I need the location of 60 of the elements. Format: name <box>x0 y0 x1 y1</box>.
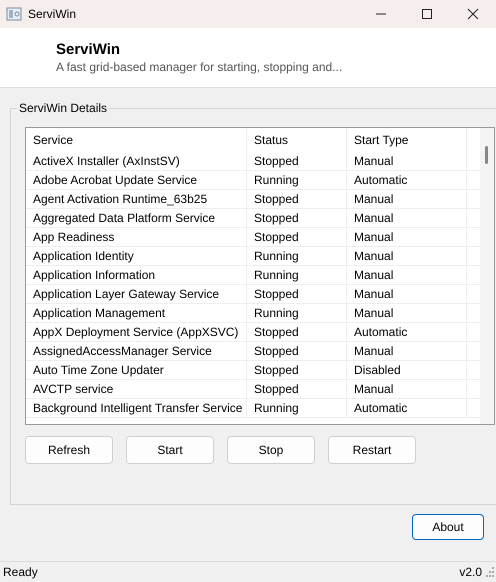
scrollbar-thumb[interactable] <box>485 146 488 164</box>
action-button[interactable]: Start <box>126 436 214 464</box>
table-cell: Stopped <box>247 380 347 398</box>
app-title: ServiWin <box>56 40 122 58</box>
column-header[interactable]: Service <box>26 128 247 152</box>
table-cell: Stopped <box>247 285 347 303</box>
table-cell: ActiveX Installer (AxInstSV) <box>26 152 247 170</box>
table-cell: Adobe Acrobat Update Service <box>26 171 247 189</box>
table-cell: Stopped <box>247 361 347 379</box>
app-subtitle: A fast grid-based manager for starting, stopping and... <box>56 60 344 74</box>
table-cell: Automatic <box>347 323 467 341</box>
table-cell: Agent Activation Runtime_63b25 <box>26 190 247 208</box>
table-cell: Manual <box>347 380 467 398</box>
table-cell: Manual <box>347 228 467 246</box>
table-cell: Running <box>247 247 347 265</box>
app-icon <box>6 6 22 22</box>
table-cell: Application Identity <box>26 247 247 265</box>
resize-grip-icon[interactable] <box>486 567 494 577</box>
table-cell: Manual <box>347 209 467 227</box>
table-cell: Stopped <box>247 228 347 246</box>
column-header[interactable]: Status <box>247 128 347 152</box>
table-cell: Stopped <box>247 152 347 170</box>
action-button[interactable]: Refresh <box>25 436 113 464</box>
table-cell: Manual <box>347 342 467 360</box>
table-cell: Background Intelligent Transfer Service <box>26 399 247 417</box>
table-cell: Disabled <box>347 361 467 379</box>
table-cell: Running <box>247 171 347 189</box>
table-cell: Running <box>247 399 347 417</box>
table-cell: Automatic <box>347 171 467 189</box>
table-cell: App Readiness <box>26 228 247 246</box>
table-cell: AppX Deployment Service (AppXSVC) <box>26 323 247 341</box>
scrollbar[interactable] <box>480 128 494 424</box>
table-cell: Manual <box>347 285 467 303</box>
table-cell: Automatic <box>347 399 467 417</box>
about-button[interactable]: About <box>412 514 484 540</box>
table-cell: Application Management <box>26 304 247 322</box>
table-cell: Running <box>247 304 347 322</box>
action-button[interactable]: Restart <box>328 436 416 464</box>
column-header[interactable]: Start Type <box>347 128 467 152</box>
table-cell: AVCTP service <box>26 380 247 398</box>
group-title: ServiWin Details <box>18 101 108 115</box>
status-text: Ready <box>3 565 38 579</box>
table-cell: Stopped <box>247 190 347 208</box>
table-cell: Application Information <box>26 266 247 284</box>
table-cell: Stopped <box>247 323 347 341</box>
table-cell: Stopped <box>247 209 347 227</box>
version-label: v2.0 <box>459 565 482 579</box>
table-cell: Manual <box>347 304 467 322</box>
table-cell: Manual <box>347 266 467 284</box>
window-title: ServiWin <box>28 7 76 21</box>
table-cell: Application Layer Gateway Service <box>26 285 247 303</box>
table-cell: Manual <box>347 247 467 265</box>
table-cell: AssignedAccessManager Service <box>26 342 247 360</box>
table-cell: Manual <box>347 190 467 208</box>
table-cell: Auto Time Zone Updater <box>26 361 247 379</box>
table-cell: Aggregated Data Platform Service <box>26 209 247 227</box>
table-cell: Running <box>247 266 347 284</box>
table-cell: Manual <box>347 152 467 170</box>
table-cell: Stopped <box>247 342 347 360</box>
action-button[interactable]: Stop <box>227 436 315 464</box>
